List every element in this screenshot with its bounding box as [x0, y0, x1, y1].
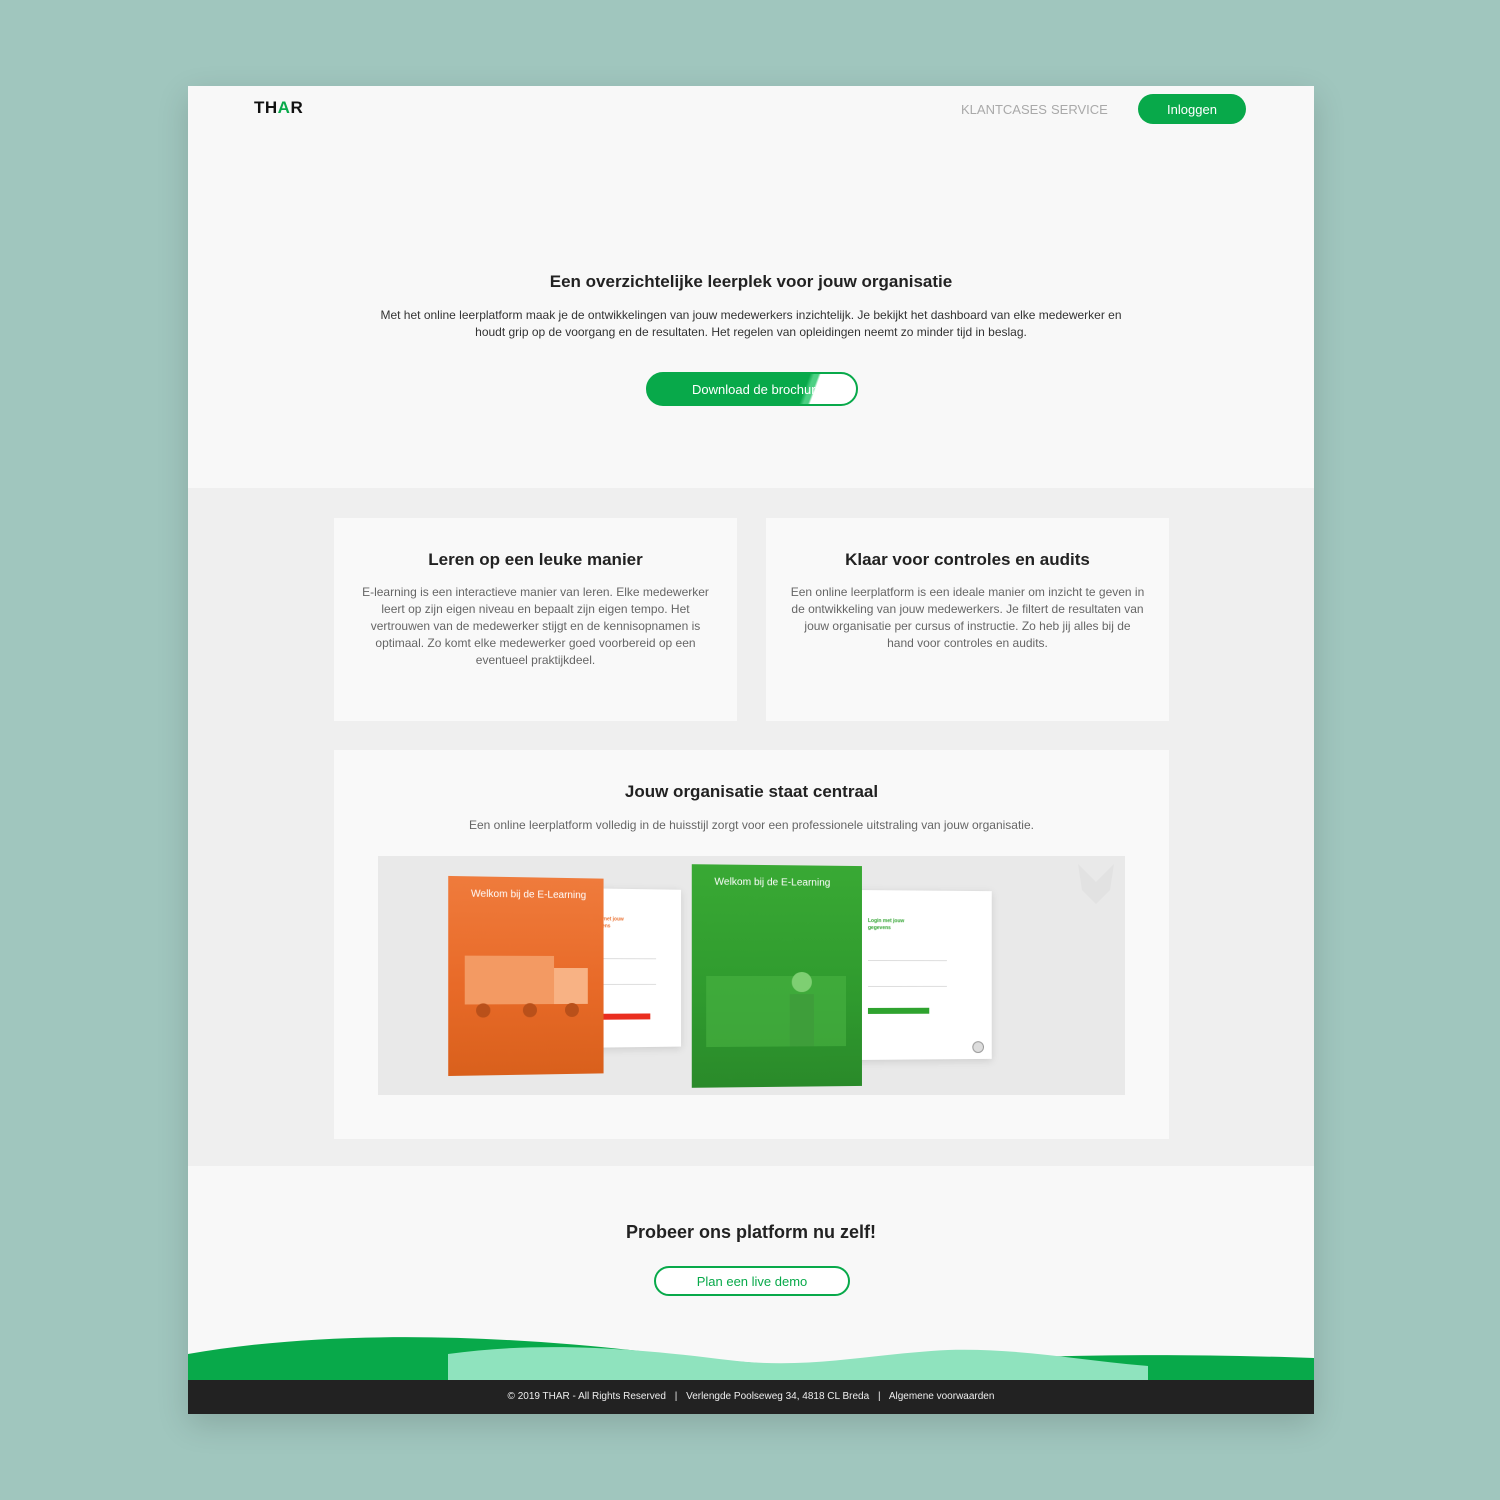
header: THAR KLANTCASES SERVICE Inloggen — [188, 86, 1314, 136]
chat-icon — [972, 1041, 984, 1053]
plan-live-demo-button[interactable]: Plan een live demo — [654, 1266, 850, 1296]
footer-separator: | — [674, 1391, 678, 1402]
feature-card-text: Een online leerplatform is een ideale ma… — [790, 585, 1145, 650]
feature-card-audits: Klaar voor controles en audits Een onlin… — [766, 518, 1169, 721]
footer-address: Verlengde Poolseweg 34, 4818 CL Breda — [686, 1391, 870, 1402]
login-button[interactable]: Inloggen — [1138, 94, 1246, 124]
login-button-preview — [867, 1007, 930, 1014]
password-line — [867, 985, 947, 987]
footer-copyright: © 2019 THAR - All Rights Reserved — [507, 1391, 666, 1402]
email-line — [867, 960, 947, 962]
mockup-showcase: Login met jouw gegevens Welkom bij de E-… — [378, 856, 1125, 1095]
feature-card-title: Leren op een leuke manier — [428, 550, 643, 569]
footer-terms-link[interactable]: Algemene voorwaarden — [889, 1391, 995, 1402]
logo-text-prefix: TH — [254, 98, 278, 117]
nav-service[interactable]: SERVICE — [1051, 102, 1108, 117]
welcome-panel-orange: Welkom bij de E-Learning — [448, 875, 604, 1077]
mockup-orange: Login met jouw gegevens Welkom bij de E-… — [440, 872, 689, 1083]
mockup-green: Login met jouw gegevens Welkom bij de E-… — [688, 860, 1017, 1092]
cta-title: Probeer ons platform nu zelf! — [625, 1222, 877, 1242]
welcome-panel-green: Welkom bij de E-Learning — [691, 864, 862, 1088]
central-text: Een online leerplatform volledig in de h… — [469, 818, 1034, 832]
footer-separator: | — [877, 1391, 881, 1402]
welcome-title: Welkom bij de E-Learning — [714, 876, 831, 889]
login-form-title: Login met jouw gegevens — [867, 918, 905, 932]
central-title: Jouw organisatie staat centraal — [624, 782, 879, 801]
footer: © 2019 THAR - All Rights Reserved | Verl… — [188, 1380, 1314, 1414]
feature-card-leren: Leren op een leuke manier E-learning is … — [334, 518, 737, 721]
logo[interactable]: THAR — [254, 98, 303, 118]
truck-illustration-icon — [464, 955, 588, 1018]
nav-klantcases[interactable]: KLANTCASES — [961, 102, 1047, 117]
hero-text: Met het online leerplatform maak je de o… — [380, 308, 1122, 339]
logo-text-suffix: R — [290, 98, 304, 117]
landing-page: THAR KLANTCASES SERVICE Inloggen Een ove… — [188, 86, 1314, 1414]
download-brochure-button[interactable]: Download de brochure — [646, 372, 858, 406]
login-form-preview: Login met jouw gegevens — [850, 889, 992, 1061]
welcome-title: Welkom bij de E-Learning — [470, 888, 587, 902]
shield-watermark-icon — [1078, 864, 1114, 904]
central-card: Jouw organisatie staat centraal Een onli… — [334, 750, 1169, 1139]
hero-title: Een overzichtelijke leerplek voor jouw o… — [549, 272, 953, 291]
worker-illustration-icon — [706, 971, 847, 1048]
logo-text-accent: A — [277, 98, 291, 117]
feature-card-title: Klaar voor controles en audits — [845, 550, 1090, 569]
footer-waves — [188, 1337, 1314, 1382]
feature-card-text: E-learning is een interactieve manier va… — [362, 585, 709, 667]
